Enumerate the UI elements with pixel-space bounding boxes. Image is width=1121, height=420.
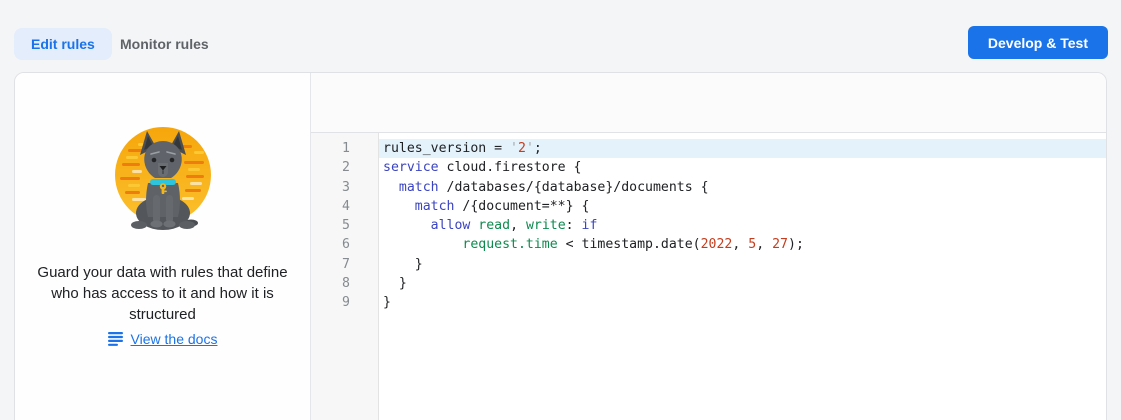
- view-docs-label[interactable]: View the docs: [131, 331, 218, 347]
- docs-lines-icon: [108, 332, 124, 346]
- line-number: 4: [311, 197, 350, 216]
- tab-edit-rules[interactable]: Edit rules: [14, 28, 112, 60]
- line-number: 3: [311, 178, 350, 197]
- line-number: 2: [311, 158, 350, 177]
- guard-dog-illustration: [98, 123, 228, 243]
- view-docs-link[interactable]: View the docs: [108, 331, 218, 347]
- rules-code-editor[interactable]: 123456789 rules_version = '2';service cl…: [311, 133, 1106, 420]
- rules-card: Guard your data with rules that define w…: [14, 72, 1107, 420]
- code-line[interactable]: request.time < timestamp.date(2022, 5, 2…: [379, 235, 1106, 254]
- code-line[interactable]: allow read, write: if: [379, 216, 1106, 235]
- firestore-rules-page: Edit rules Monitor rules Develop & Test: [0, 0, 1121, 420]
- code-line[interactable]: match /databases/{database}/documents {: [379, 178, 1106, 197]
- line-number: 1: [311, 139, 350, 158]
- line-number: 6: [311, 235, 350, 254]
- code-line[interactable]: }: [379, 293, 1106, 312]
- code-area[interactable]: rules_version = '2';service cloud.firest…: [379, 133, 1106, 420]
- rules-info-panel: Guard your data with rules that define w…: [15, 73, 311, 420]
- line-number: 8: [311, 274, 350, 293]
- line-number-gutter: 123456789: [311, 133, 379, 420]
- tab-monitor-rules[interactable]: Monitor rules: [104, 28, 225, 60]
- line-number: 7: [311, 255, 350, 274]
- editor-pane: 123456789 rules_version = '2';service cl…: [311, 73, 1106, 420]
- editor-toolbar: [311, 73, 1106, 133]
- code-line[interactable]: match /{document=**} {: [379, 197, 1106, 216]
- code-line[interactable]: service cloud.firestore {: [379, 158, 1106, 177]
- line-number: 9: [311, 293, 350, 312]
- rules-description: Guard your data with rules that define w…: [37, 262, 289, 325]
- code-line[interactable]: }: [379, 274, 1106, 293]
- code-line[interactable]: }: [379, 255, 1106, 274]
- code-line[interactable]: rules_version = '2';: [379, 139, 1106, 158]
- line-number: 5: [311, 216, 350, 235]
- develop-and-test-button[interactable]: Develop & Test: [968, 26, 1108, 59]
